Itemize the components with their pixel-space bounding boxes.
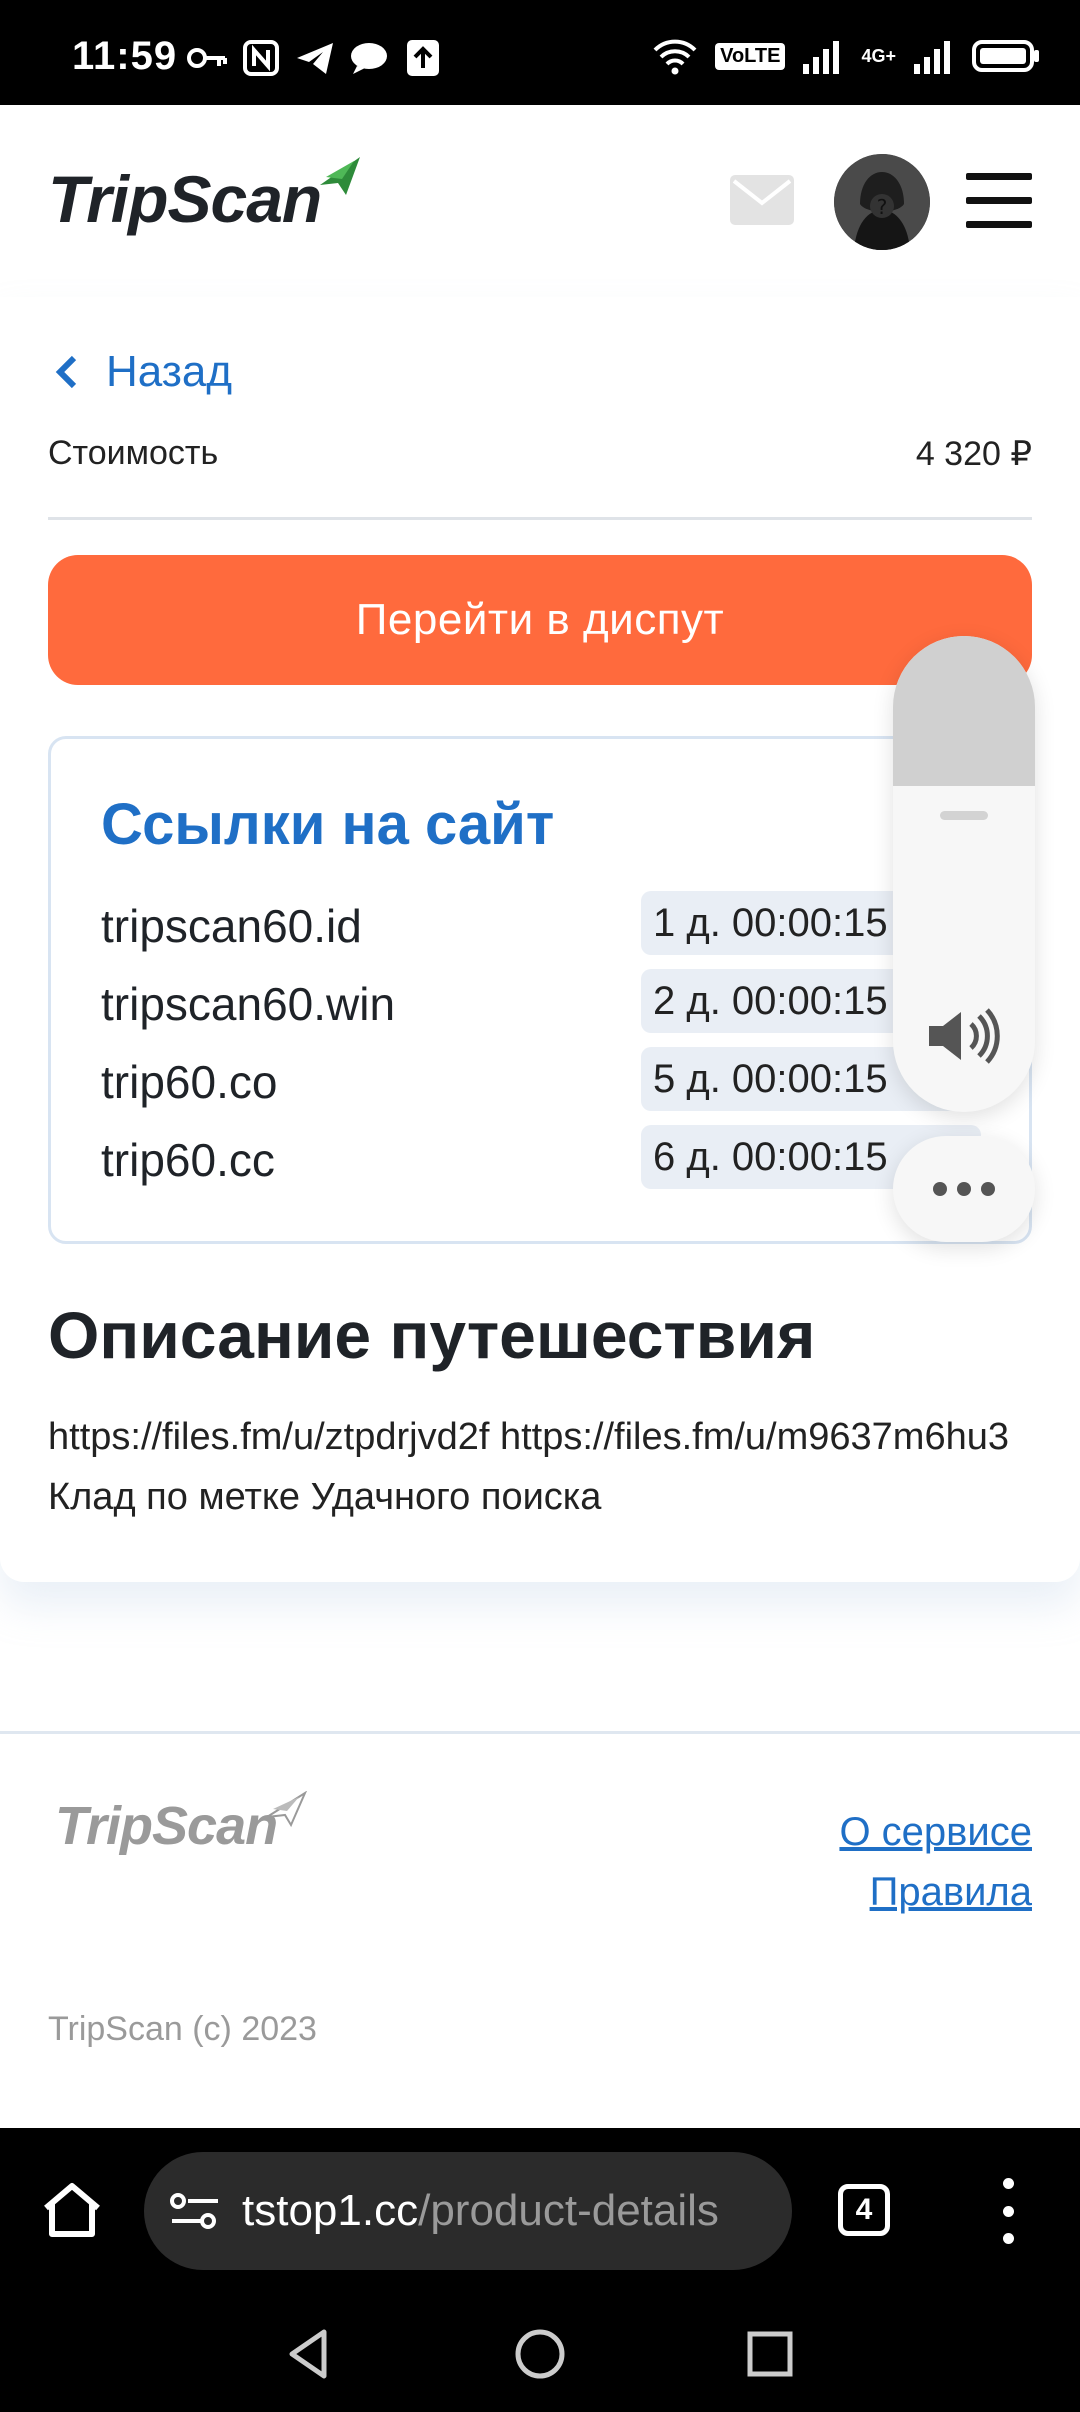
back-nav-icon[interactable] — [280, 2324, 340, 2384]
description-text: https://files.fm/u/ztpdrjvd2f https://fi… — [48, 1416, 1009, 1518]
site-settings-icon[interactable] — [168, 2189, 224, 2233]
volume-handle[interactable] — [940, 811, 988, 820]
about-link[interactable]: О сервисе — [839, 1802, 1032, 1862]
home-nav-icon[interactable] — [510, 2324, 570, 2384]
system-navigation-bar — [0, 2296, 1080, 2412]
address-bar[interactable]: tstop1.cc/product-details — [144, 2152, 792, 2270]
upload-icon — [407, 40, 439, 76]
volume-level-fill — [893, 636, 1035, 786]
nfc-icon — [243, 40, 279, 76]
dispute-button[interactable]: Перейти в диспут — [48, 555, 1032, 685]
telegram-icon — [297, 43, 333, 74]
status-time: 11:59 — [72, 34, 178, 78]
site-links-panel: Ссылки на сайт tripscan60.id 1 д. 00:00:… — [48, 736, 1032, 1244]
tabs-button[interactable]: 4 — [838, 2184, 890, 2236]
overflow-menu-icon[interactable] — [996, 2178, 1020, 2244]
list-item[interactable]: trip60.cc 6 д. 00:00:15 — [101, 1125, 1001, 1191]
status-bar: 11:59 VoLTE 4G+ — [0, 0, 1080, 105]
signal-icon-2 — [914, 41, 950, 74]
url-path: /product-details — [418, 2186, 719, 2235]
footer-logo[interactable]: TripScan — [55, 1791, 307, 1857]
cost-value: 4 320 ₽ — [915, 435, 1032, 473]
url-text[interactable]: tstop1.cc/product-details — [242, 2186, 719, 2236]
system-status-icons: VoLTE 4G+ — [651, 36, 1040, 76]
back-label: Назад — [106, 347, 233, 396]
link-domain[interactable]: trip60.cc — [101, 1133, 275, 1187]
tab-count: 4 — [855, 2193, 873, 2226]
volume-more-button[interactable] — [893, 1136, 1035, 1242]
home-icon[interactable] — [40, 2180, 104, 2240]
wifi-icon — [653, 39, 697, 75]
list-item[interactable]: trip60.co 5 д. 00:00:15 — [101, 1047, 1001, 1113]
cost-row: Стоимость 4 320 ₽ — [48, 434, 1032, 474]
footer-logo-text: TripScan — [55, 1796, 278, 1856]
browser-toolbar: tstop1.cc/product-details 4 — [0, 2128, 1080, 2296]
cost-label: Стоимость — [48, 434, 219, 472]
key-icon — [187, 48, 227, 68]
footer-divider — [0, 1731, 1080, 1734]
footer-links: О сервисе Правила — [839, 1802, 1032, 1922]
dispute-button-label: Перейти в диспут — [355, 595, 725, 644]
link-domain[interactable]: tripscan60.id — [101, 899, 362, 953]
footer-tree-logo-icon — [266, 1791, 307, 1828]
url-host: tstop1.cc — [242, 2186, 419, 2235]
rules-link[interactable]: Правила — [839, 1862, 1032, 1922]
menu-icon[interactable] — [966, 173, 1032, 229]
tree-logo-icon — [320, 157, 360, 195]
chat-icon — [351, 43, 387, 74]
site-header: TripScan ? — [0, 105, 1080, 297]
link-domain[interactable]: trip60.co — [101, 1055, 277, 1109]
recents-nav-icon[interactable] — [740, 2324, 800, 2384]
mail-icon[interactable] — [730, 175, 794, 225]
notification-icons — [185, 38, 445, 78]
battery-icon — [972, 40, 1039, 72]
copyright: TripScan (c) 2023 — [48, 2010, 317, 2048]
tripscan-logo[interactable]: TripScan — [48, 157, 360, 237]
user-avatar-icon: ? — [834, 154, 930, 250]
svg-text:?: ? — [877, 195, 888, 219]
list-item[interactable]: tripscan60.id 1 д. 00:00:15 — [101, 891, 1001, 957]
links-title: Ссылки на сайт — [101, 792, 555, 857]
volume-slider[interactable] — [893, 636, 1035, 1112]
avatar[interactable]: ? — [834, 154, 930, 250]
link-domain[interactable]: tripscan60.win — [101, 977, 395, 1031]
divider — [48, 517, 1032, 520]
volte-icon: VoLTE — [715, 42, 786, 70]
network-type-label: 4G+ — [861, 45, 896, 66]
list-item[interactable]: tripscan60.win 2 д. 00:00:15 — [101, 969, 1001, 1035]
signal-icon — [803, 41, 840, 74]
speaker-icon[interactable] — [925, 1006, 1003, 1066]
chevron-left-icon — [55, 355, 77, 389]
description-title: Описание путешествия — [48, 1298, 816, 1372]
logo-text: TripScan — [48, 162, 322, 236]
back-link[interactable]: Назад — [52, 347, 232, 397]
